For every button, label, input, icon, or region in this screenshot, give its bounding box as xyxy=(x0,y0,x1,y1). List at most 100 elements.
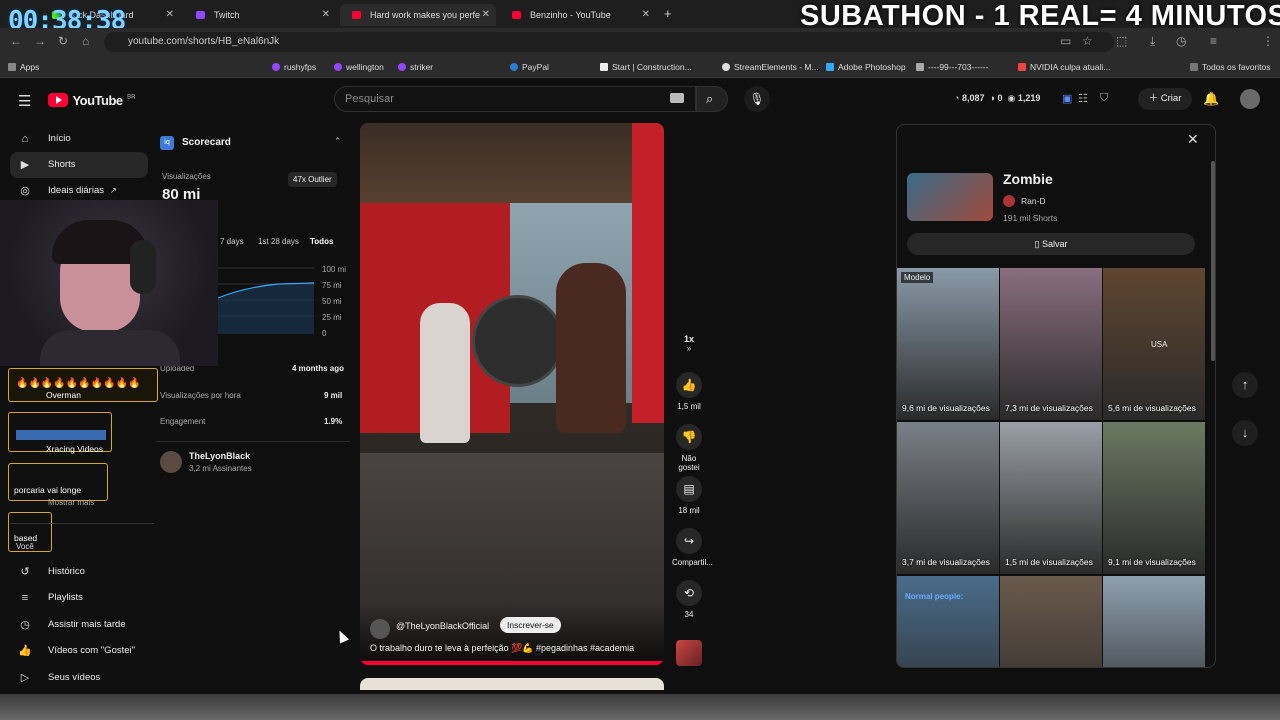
bookmark-all[interactable]: Todos os favoritos xyxy=(1190,60,1271,74)
red-column xyxy=(632,123,664,423)
twitch-icon xyxy=(196,11,205,19)
speed-icon: » xyxy=(686,344,692,353)
close-icon[interactable]: ✕ xyxy=(166,4,174,26)
previous-short-button[interactable]: ↑ xyxy=(1232,372,1258,398)
short-thumbnail[interactable]: USA 5,6 mi de visualizações xyxy=(1103,268,1205,420)
youtube-logo[interactable]: YouTube BR xyxy=(48,92,135,108)
speed-button[interactable]: 1x» xyxy=(672,334,706,353)
bookmark-wellington[interactable]: wellington xyxy=(334,60,384,74)
sidebar-item-watch-later[interactable]: ◷ Assistir mais tarde xyxy=(10,612,148,638)
channel-avatar[interactable] xyxy=(160,451,182,473)
video-gradient xyxy=(360,603,664,665)
sidebar-item-liked[interactable]: 👍 Vídeos com "Gostei" xyxy=(10,638,148,664)
short-thumbnail[interactable] xyxy=(1000,576,1102,667)
more-icon[interactable]: ⋮ xyxy=(1262,34,1274,48)
avatar[interactable] xyxy=(1240,89,1260,109)
next-short-preview[interactable] xyxy=(360,678,664,690)
dislike-icon: 👎 xyxy=(676,424,702,450)
download-icon[interactable]: ⤓ xyxy=(1150,34,1155,49)
sidebar-item-your-videos[interactable]: ▷ Seus vídeos xyxy=(10,665,148,691)
short-thumbnail[interactable] xyxy=(1103,576,1205,667)
bookmark-photoshop[interactable]: Adobe Photoshop xyxy=(826,60,906,74)
eye-icon: ◉ xyxy=(1007,93,1016,103)
home-icon[interactable]: ⌂ xyxy=(82,34,89,48)
cast-icon[interactable]: ▭ xyxy=(1060,34,1071,48)
sound-thumbnail[interactable] xyxy=(676,640,702,666)
share-button[interactable]: ↪ Compartil... xyxy=(672,528,713,567)
short-video-player[interactable]: @TheLyonBlackOfficial Inscrever-se O tra… xyxy=(360,123,664,665)
bookmark-streamelements[interactable]: StreamElements - M... xyxy=(722,60,819,74)
bookmark-start[interactable]: Start | Construction... xyxy=(600,60,692,74)
bookmark-apps[interactable]: Apps xyxy=(8,60,39,74)
new-tab-button[interactable]: + xyxy=(664,6,672,21)
search-input[interactable]: Pesquisar xyxy=(334,86,696,112)
close-icon[interactable]: ✕ xyxy=(1187,131,1199,148)
short-thumbnail[interactable]: 3,7 mi de visualizações xyxy=(897,422,999,574)
short-thumbnail[interactable]: Normal people: xyxy=(897,576,999,667)
bell-icon[interactable]: 🔔 xyxy=(1203,91,1219,107)
artist-avatar xyxy=(1003,195,1015,207)
bookmark-nvidia[interactable]: NVIDIA culpa atuali... xyxy=(1018,60,1110,74)
search-button[interactable]: ⌕ xyxy=(696,86,728,112)
keyboard-icon[interactable] xyxy=(670,93,684,103)
hamburger-icon[interactable]: ☰ xyxy=(18,92,31,110)
extensions-icon[interactable]: ⬚ xyxy=(1116,34,1127,48)
taskbar xyxy=(0,694,1280,720)
tab-youtube-short[interactable]: Hard work makes you perfe ✕ xyxy=(340,4,496,26)
channel-avatar[interactable] xyxy=(370,619,390,639)
sidebar-item-playlists[interactable]: ≡ Playlists xyxy=(10,585,148,611)
close-icon[interactable]: ✕ xyxy=(322,4,330,26)
youtube-logo-icon xyxy=(48,93,68,107)
scrollbar[interactable] xyxy=(1211,161,1215,361)
next-short-button[interactable]: ↓ xyxy=(1232,420,1258,446)
forward-icon[interactable]: → xyxy=(34,34,46,48)
sidebar-item-history[interactable]: ↺ Histórico xyxy=(10,559,148,585)
bookmark-star-icon[interactable]: ☆ xyxy=(1082,34,1093,48)
subscribe-button[interactable]: Inscrever-se xyxy=(500,617,561,633)
dislike-button[interactable]: 👎 Não gostei xyxy=(672,424,706,472)
bookmark-striker[interactable]: striker xyxy=(398,60,433,74)
views-icon: ◔ xyxy=(954,93,960,103)
streamer-shirt xyxy=(40,330,180,366)
weight-plate xyxy=(472,295,564,387)
range-7-days[interactable]: 7 days xyxy=(220,237,244,246)
short-thumbnail[interactable]: Modelo 9,6 mi de visualizações xyxy=(897,268,999,420)
extension-icon[interactable]: ▣ xyxy=(1062,92,1072,105)
menu-icon[interactable]: ≡ xyxy=(1210,34,1217,48)
close-icon[interactable]: ✕ xyxy=(642,4,650,26)
mic-button[interactable]: 🎙 xyxy=(744,86,770,112)
range-all[interactable]: Todos xyxy=(310,237,333,246)
tab-twitch[interactable]: Twitch ✕ xyxy=(184,4,336,26)
tab-benzinho[interactable]: Benzinho - YouTube ✕ xyxy=(500,4,656,26)
home-icon: ⌂ xyxy=(21,133,29,145)
sidebar-item-shorts[interactable]: ▶ Shorts xyxy=(10,152,148,178)
remix-button[interactable]: ⟲ 34 xyxy=(672,580,706,619)
like-icon: 👍 xyxy=(676,372,702,398)
save-button[interactable]: ▯ Salvar xyxy=(907,233,1195,255)
short-thumbnail[interactable]: 1,5 mi de visualizações xyxy=(1000,422,1102,574)
bookmark-numbers[interactable]: ----99---703------ xyxy=(916,60,988,74)
short-thumbnail[interactable]: 9,1 mi de visualizações xyxy=(1103,422,1205,574)
bookmark-paypal[interactable]: PayPal xyxy=(510,60,549,74)
list-icon[interactable]: ☷ xyxy=(1078,92,1088,105)
history-icon[interactable]: ◷ xyxy=(1176,34,1186,48)
short-thumbnail[interactable]: 7,3 mi de visualizações xyxy=(1000,268,1102,420)
create-button[interactable]: ＋ Criar xyxy=(1138,88,1192,110)
sidebar-item-home[interactable]: ⌂ Início xyxy=(10,126,148,152)
arrow-down-icon: ↓ xyxy=(1241,425,1249,440)
close-icon[interactable]: ✕ xyxy=(482,4,490,26)
collapse-icon[interactable]: ⌃ xyxy=(334,136,342,147)
back-icon[interactable]: ← xyxy=(10,34,22,48)
history-icon: ↺ xyxy=(20,566,30,578)
plus-icon: ＋ xyxy=(1148,93,1159,104)
shield-icon[interactable]: ⛉ xyxy=(1100,92,1108,105)
yt-stats: ◔ 8,087 ◑ 0 ◉ 1,219 xyxy=(954,93,1041,103)
like-button[interactable]: 👍 1,5 mil xyxy=(672,372,706,411)
progress-bar[interactable] xyxy=(360,661,664,665)
comment-button[interactable]: ▤ 18 mil xyxy=(672,476,706,515)
reload-icon[interactable]: ↻ xyxy=(58,34,68,48)
bookmark-rushyfps[interactable]: rushyfps xyxy=(272,60,316,74)
range-28-days[interactable]: 1st 28 days xyxy=(258,237,299,246)
url-field[interactable]: youtube.com/shorts/HB_eNal6nJk xyxy=(104,32,1114,52)
watch-later-icon: ◷ xyxy=(20,619,30,631)
